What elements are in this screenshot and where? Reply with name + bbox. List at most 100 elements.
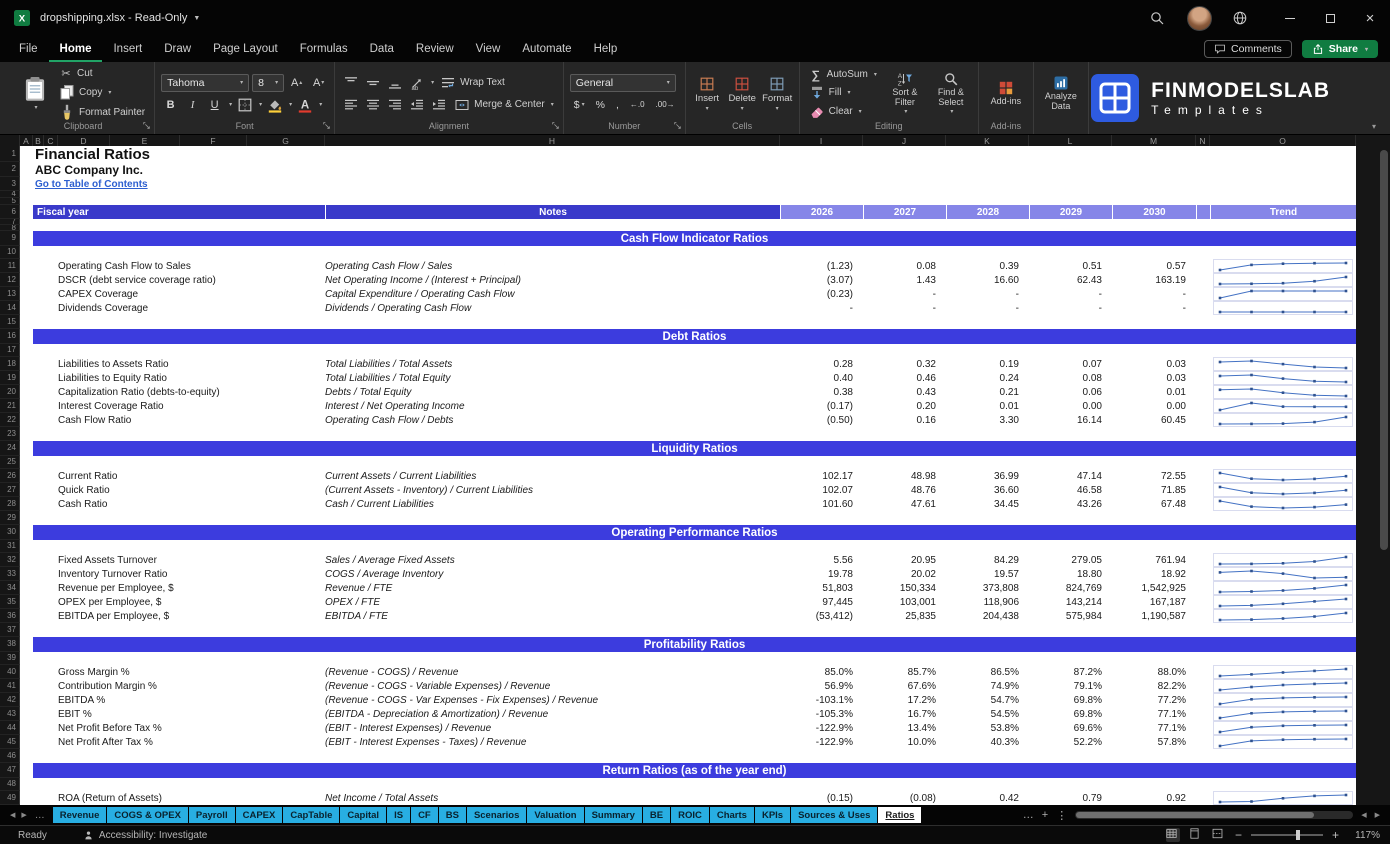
cell-trend[interactable] <box>1210 707 1356 721</box>
row-header-40[interactable]: 40 <box>0 665 20 679</box>
row-header-41[interactable]: 41 <box>0 679 20 693</box>
cell-ratio-label[interactable]: DSCR (debt service coverage ratio) <box>33 273 325 287</box>
cell-trend[interactable] <box>1210 497 1356 511</box>
cell-value-2030[interactable]: 88.0% <box>1112 665 1196 679</box>
cell-ratio-formula[interactable]: Operating Cash Flow / Sales <box>325 259 780 273</box>
currency-format-button[interactable]: $▾ <box>570 96 589 114</box>
cell-value-2027[interactable]: 0.43 <box>863 385 946 399</box>
column-header-E[interactable]: E <box>110 135 180 146</box>
sheet-tab-sources-uses[interactable]: Sources & Uses <box>791 807 877 823</box>
insert-cells-button[interactable]: Insert▾ <box>692 76 723 112</box>
find-select-button[interactable]: Find & Select▾ <box>930 71 972 115</box>
row-header-30[interactable]: 30 <box>0 525 20 540</box>
cell-value-2026[interactable]: (3.07) <box>780 273 863 287</box>
header-year-2028[interactable]: 2028 <box>946 205 1029 219</box>
cell-value-2028[interactable]: 54.5% <box>946 707 1029 721</box>
cell-value-2028[interactable]: 53.8% <box>946 721 1029 735</box>
accessibility-status[interactable]: Accessibility: Investigate <box>83 830 207 841</box>
row-header-17[interactable]: 17 <box>0 344 20 357</box>
cell-value-2030[interactable]: 57.8% <box>1112 735 1196 749</box>
menu-tab-draw[interactable]: Draw <box>153 36 202 62</box>
cell-value-2027[interactable]: 48.98 <box>863 469 946 483</box>
cell-value-2027[interactable]: 16.7% <box>863 707 946 721</box>
row-header-34[interactable]: 34 <box>0 581 20 595</box>
cell-A32[interactable] <box>20 553 33 567</box>
cell-trend[interactable] <box>1210 287 1356 301</box>
cell-trend[interactable] <box>1210 469 1356 483</box>
header-year-2030[interactable]: 2030 <box>1112 205 1196 219</box>
column-header-G[interactable]: G <box>247 135 325 146</box>
cell-value-2027[interactable]: 48.76 <box>863 483 946 497</box>
cell-value-2029[interactable]: 18.80 <box>1029 567 1112 581</box>
cell-value-2030[interactable]: 1,542,925 <box>1112 581 1196 595</box>
cell-value-2028[interactable]: 16.60 <box>946 273 1029 287</box>
cell-A38[interactable] <box>20 637 33 652</box>
cell-value-2029[interactable]: 16.14 <box>1029 413 1112 427</box>
row-header-44[interactable]: 44 <box>0 721 20 735</box>
clear-button[interactable]: Clear▾ <box>806 103 880 121</box>
sort-filter-button[interactable]: AZSort & Filter▾ <box>884 71 926 115</box>
cell-value-2027[interactable]: 67.6% <box>863 679 946 693</box>
cell-value-2026[interactable]: (53,412) <box>780 609 863 623</box>
collapse-ribbon-chevron[interactable]: ▾ <box>1372 122 1376 131</box>
cell-trend[interactable] <box>1210 385 1356 399</box>
header-trend[interactable]: Trend <box>1210 205 1356 219</box>
cell-value-2029[interactable]: 69.8% <box>1029 693 1112 707</box>
cell-value-2029[interactable]: 69.8% <box>1029 707 1112 721</box>
cell-A19[interactable] <box>20 371 33 385</box>
underline-chevron[interactable]: ▾ <box>229 101 232 108</box>
row-header-21[interactable]: 21 <box>0 399 20 413</box>
cell-value-2030[interactable]: 0.03 <box>1112 357 1196 371</box>
row-header-35[interactable]: 35 <box>0 595 20 609</box>
cell-value-2030[interactable]: 77.2% <box>1112 693 1196 707</box>
zoom-slider[interactable] <box>1251 834 1323 836</box>
row-header-9[interactable]: 9 <box>0 231 20 246</box>
number-dialog-launcher[interactable] <box>673 121 682 130</box>
row-header-12[interactable]: 12 <box>0 273 20 287</box>
cell-value-2030[interactable]: 77.1% <box>1112 721 1196 735</box>
row-header-48[interactable]: 48 <box>0 778 20 791</box>
cell-trend[interactable] <box>1210 721 1356 735</box>
cell-trend[interactable] <box>1210 567 1356 581</box>
fill-color-chevron[interactable]: ▾ <box>289 101 292 108</box>
header-year-2027[interactable]: 2027 <box>863 205 946 219</box>
cell-A11[interactable] <box>20 259 33 273</box>
cell-ratio-formula[interactable]: (Current Assets - Inventory) / Current L… <box>325 483 780 497</box>
cell-trend[interactable] <box>1210 609 1356 623</box>
cell-A35[interactable] <box>20 595 33 609</box>
cell-A34[interactable] <box>20 581 33 595</box>
cell-value-2027[interactable]: 25,835 <box>863 609 946 623</box>
cell-value-2030[interactable]: 71.85 <box>1112 483 1196 497</box>
cell-value-2029[interactable]: 79.1% <box>1029 679 1112 693</box>
share-button[interactable]: Share ▾ <box>1302 40 1378 58</box>
page-break-view-button[interactable] <box>1212 828 1226 842</box>
cell-A40[interactable] <box>20 665 33 679</box>
excel-app-icon[interactable]: X <box>14 10 30 26</box>
cell-trend[interactable] <box>1210 301 1356 315</box>
row-header-36[interactable]: 36 <box>0 609 20 623</box>
cell-value-2026[interactable]: 85.0% <box>780 665 863 679</box>
column-header-F[interactable]: F <box>180 135 247 146</box>
align-top-button[interactable] <box>341 74 360 92</box>
scroll-left-icon[interactable]: ◀ <box>1361 811 1366 819</box>
cell-value-2030[interactable]: 0.00 <box>1112 399 1196 413</box>
format-painter-button[interactable]: Format Painter <box>56 103 148 121</box>
cell-value-2029[interactable]: 69.6% <box>1029 721 1112 735</box>
sheet-nav-right-icon[interactable]: ▶ <box>21 811 26 819</box>
sheet-tab-bs[interactable]: BS <box>439 807 466 823</box>
row-header-11[interactable]: 11 <box>0 259 20 273</box>
cell-value-2027[interactable]: 0.32 <box>863 357 946 371</box>
cell-trend[interactable] <box>1210 665 1356 679</box>
cell-ratio-label[interactable]: EBITDA per Employee, $ <box>33 609 325 623</box>
cell-value-2029[interactable]: 47.14 <box>1029 469 1112 483</box>
cell-ratio-label[interactable]: Net Profit After Tax % <box>33 735 325 749</box>
cell-trend[interactable] <box>1210 693 1356 707</box>
row-header-18[interactable]: 18 <box>0 357 20 371</box>
cell-value-2028[interactable]: - <box>946 301 1029 315</box>
cell-value-2029[interactable]: - <box>1029 301 1112 315</box>
cell-value-2029[interactable]: 143,214 <box>1029 595 1112 609</box>
sheet-tab-valuation[interactable]: Valuation <box>527 807 583 823</box>
minimize-button[interactable] <box>1270 0 1310 36</box>
cell-ratio-label[interactable]: OPEX per Employee, $ <box>33 595 325 609</box>
section-banner-cash-flow-indicator-ratios[interactable]: Cash Flow Indicator Ratios <box>33 231 1356 246</box>
